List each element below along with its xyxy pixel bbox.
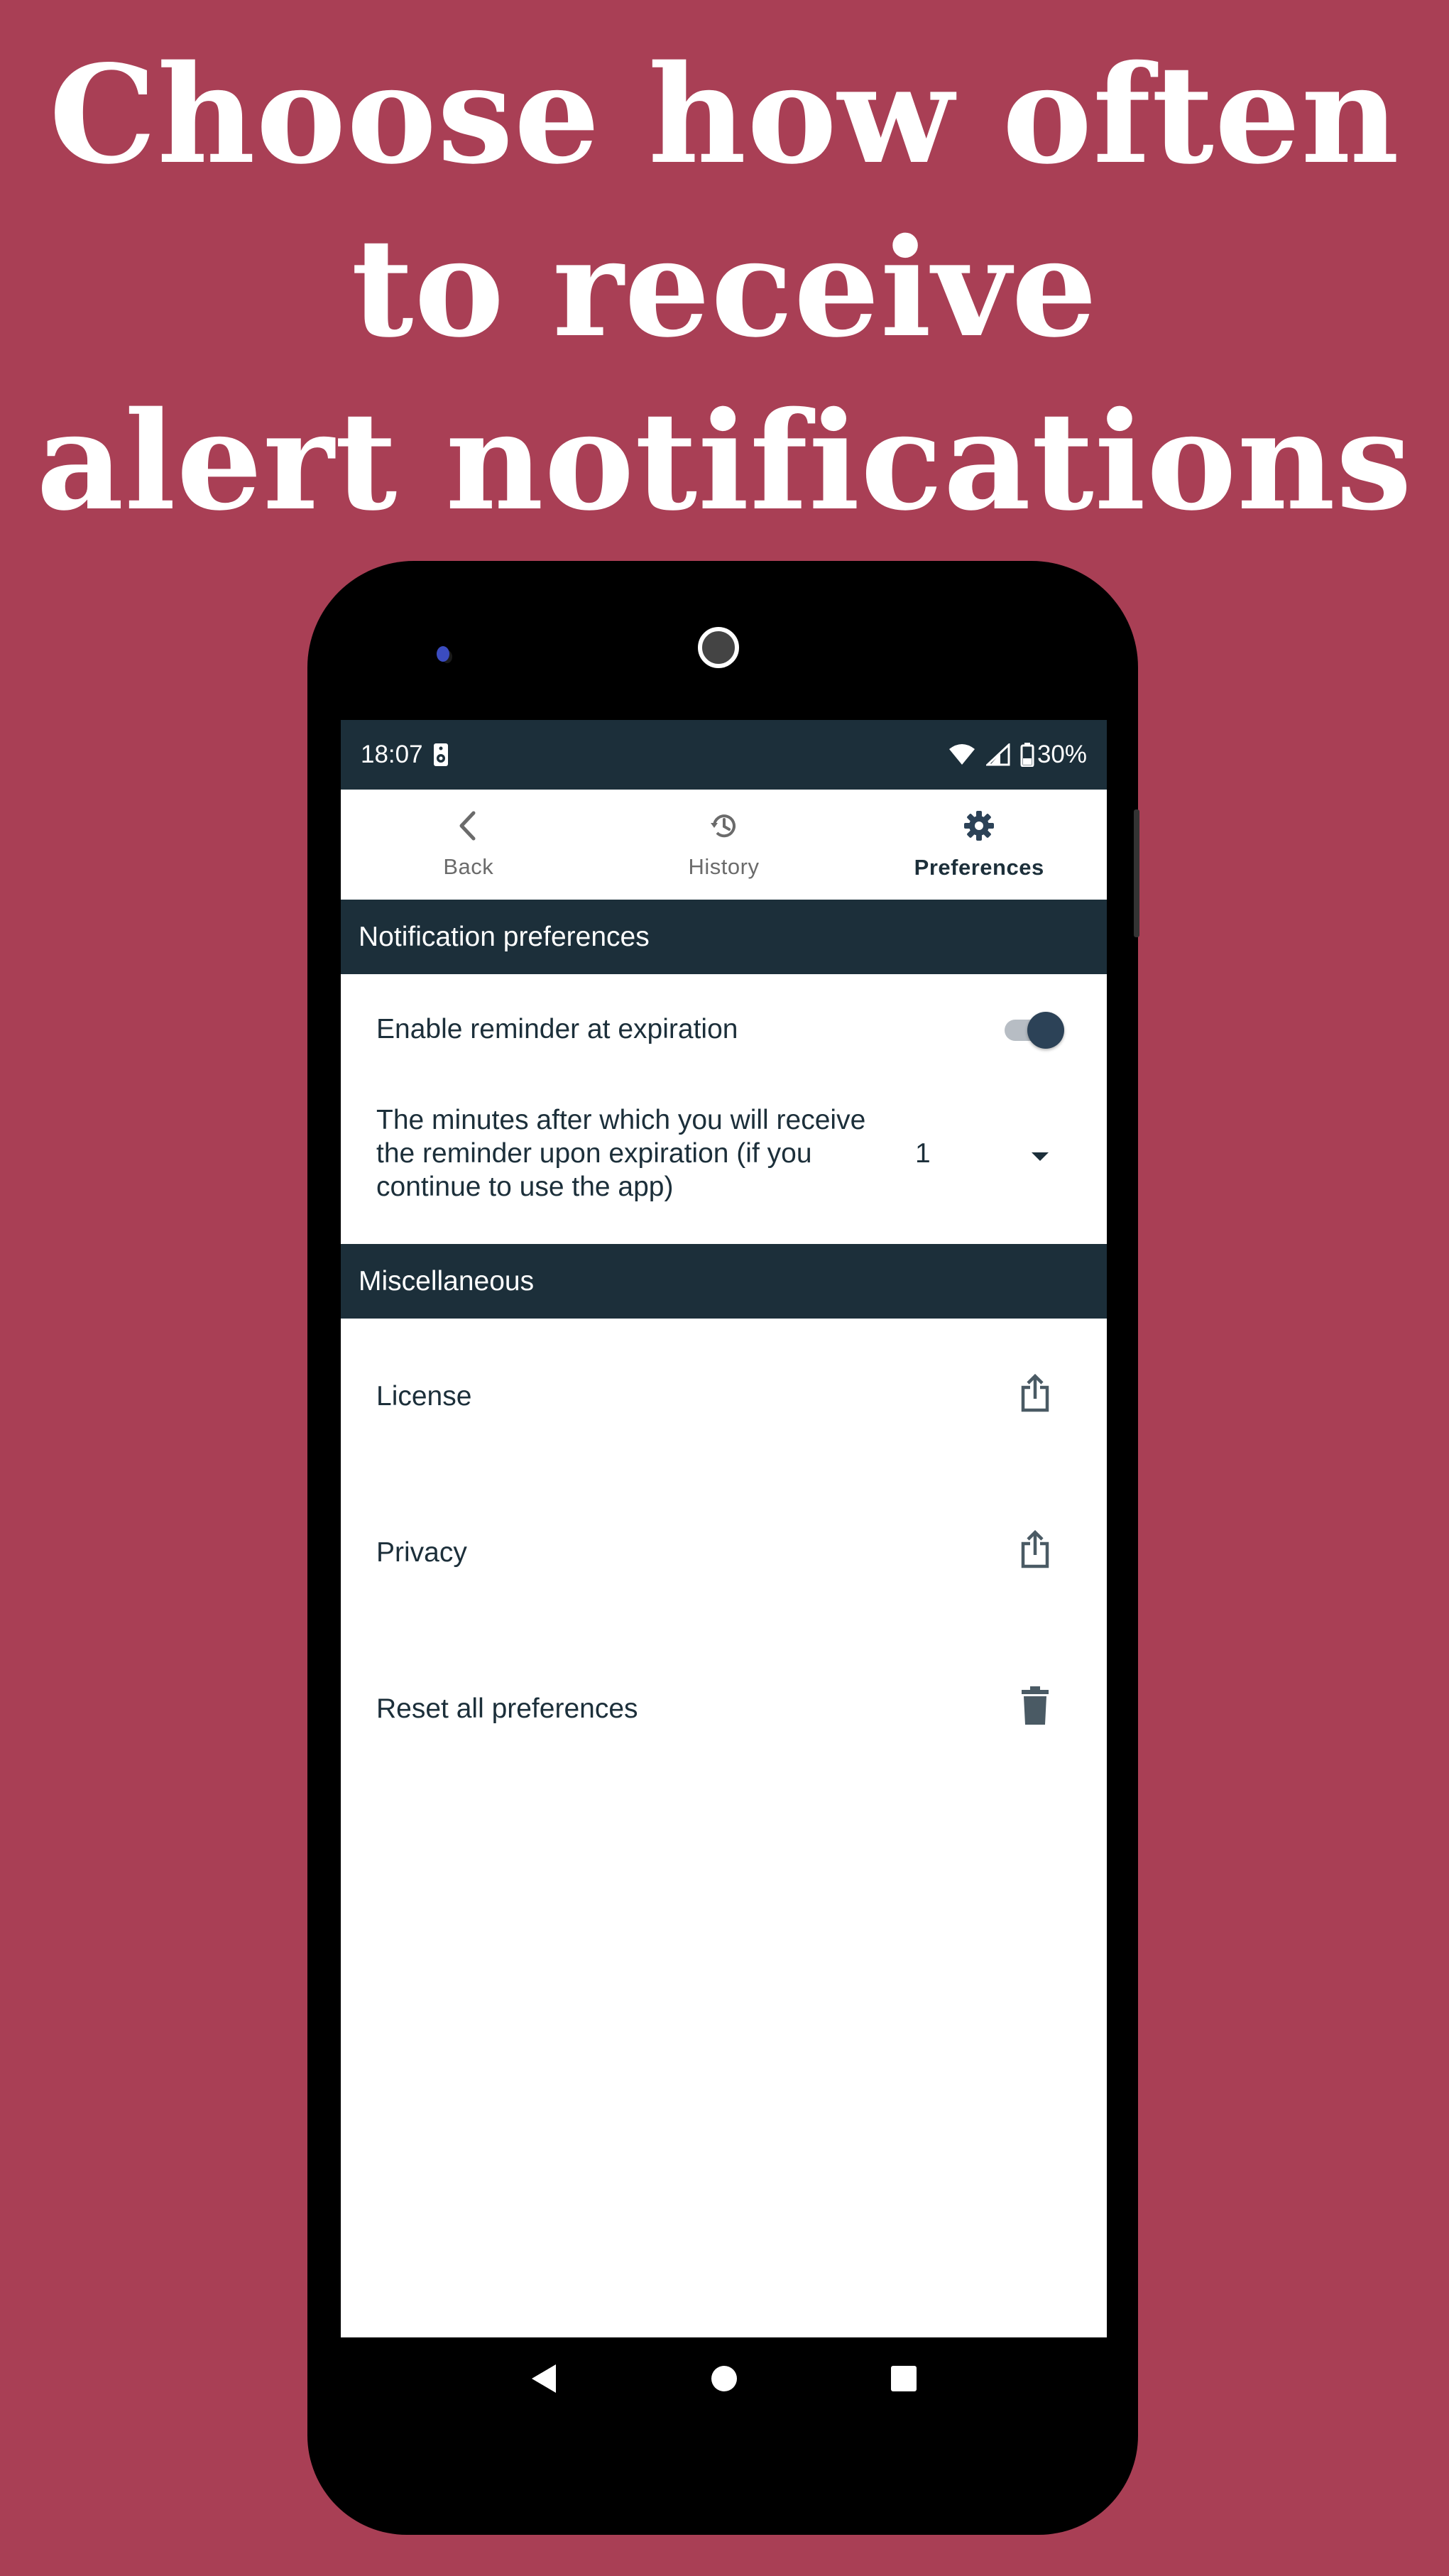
battery-percent: 30% [1037, 741, 1087, 768]
chevron-left-icon [454, 810, 483, 847]
license-row[interactable]: License [341, 1319, 1107, 1475]
privacy-row[interactable]: Privacy [341, 1475, 1107, 1631]
reminder-label: Enable reminder at expiration [376, 1013, 738, 1044]
share-icon[interactable] [1020, 1529, 1050, 1576]
dropdown-arrow-icon [1030, 1138, 1050, 1169]
section-header-misc: Miscellaneous [341, 1244, 1107, 1319]
nav-back-icon[interactable] [530, 2363, 559, 2398]
reminder-toggle[interactable] [1005, 1010, 1064, 1049]
tab-back[interactable]: Back [341, 790, 596, 900]
status-time: 18:07 [361, 741, 423, 768]
tab-history[interactable]: History [596, 790, 852, 900]
phone-screen: 18:07 30% Back History Preferences Notif… [341, 720, 1107, 2337]
tab-preferences-label: Preferences [914, 854, 1044, 880]
section-header-notifications: Notification preferences [341, 900, 1107, 974]
signal-icon [985, 743, 1010, 766]
headline: Choose how often to receive alert notifi… [0, 28, 1449, 548]
reset-row[interactable]: Reset all preferences [341, 1631, 1107, 1787]
minutes-value: 1 [915, 1137, 931, 1169]
history-icon [709, 810, 740, 847]
tab-back-label: Back [443, 853, 494, 879]
reminder-toggle-row[interactable]: Enable reminder at expiration [341, 974, 1107, 1084]
speaker-icon [433, 743, 449, 767]
share-icon[interactable] [1020, 1373, 1050, 1420]
trash-icon[interactable] [1020, 1686, 1050, 1732]
android-nav-bar [341, 2337, 1107, 2423]
nav-recents-icon[interactable] [890, 2364, 918, 2396]
status-bar: 18:07 30% [341, 720, 1107, 790]
headline-line-2: to receive [351, 209, 1098, 367]
tab-history-label: History [688, 853, 760, 879]
nav-home-icon[interactable] [710, 2364, 738, 2396]
privacy-label: Privacy [376, 1537, 467, 1568]
sensor-icon [437, 646, 449, 662]
toggle-thumb [1027, 1011, 1064, 1049]
license-label: License [376, 1381, 472, 1412]
minutes-dropdown[interactable]: 1 [915, 1138, 1050, 1169]
wifi-icon [948, 743, 976, 766]
top-tabs: Back History Preferences [341, 790, 1107, 900]
tab-preferences[interactable]: Preferences [851, 790, 1107, 900]
minutes-label: The minutes after which you will receive… [376, 1105, 866, 1202]
minutes-row: The minutes after which you will receive… [341, 1084, 1107, 1244]
gear-icon [963, 809, 995, 848]
headline-line-1: Choose how often [49, 36, 1400, 194]
headline-line-3: alert notifications [36, 382, 1413, 540]
side-button [1134, 809, 1139, 937]
front-camera-icon [698, 627, 739, 668]
reset-label: Reset all preferences [376, 1693, 638, 1724]
battery-icon [1020, 743, 1034, 767]
